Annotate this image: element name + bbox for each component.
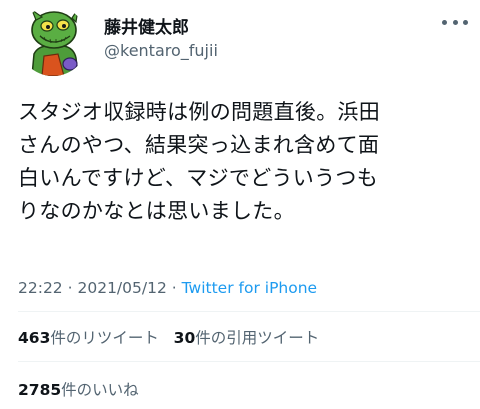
author-handle[interactable]: @kentaro_fujii: [104, 41, 218, 60]
tweet-header: 藤井健太郎 @kentaro_fujii: [0, 0, 480, 80]
avatar[interactable]: [18, 6, 88, 76]
likes-label: 件のいいね: [61, 381, 139, 399]
quotes-link[interactable]: 30件の引用ツイート: [174, 329, 320, 347]
more-options-dot: [452, 19, 458, 25]
retweets-link[interactable]: 463件のリツイート: [18, 329, 159, 347]
more-options-dot: [463, 19, 468, 25]
green-monster-avatar-icon: [18, 6, 88, 76]
tweet-meta: 22:22 · 2021/05/12 · Twitter for iPhone: [18, 279, 317, 297]
author-display-name[interactable]: 藤井健太郎: [104, 13, 189, 38]
tweet-date[interactable]: 2021/05/12: [77, 279, 166, 297]
more-options-icon[interactable]: [442, 16, 468, 28]
tweet-source-link[interactable]: Twitter for iPhone: [182, 279, 317, 297]
meta-separator: ·: [171, 279, 177, 297]
retweets-count: 463: [18, 329, 51, 347]
quotes-label: 件の引用ツイート: [195, 329, 320, 347]
likes-count: 2785: [18, 381, 62, 399]
meta-separator: ·: [67, 279, 73, 297]
retweets-label: 件のリツイート: [50, 329, 159, 347]
likes-link[interactable]: 2785件のいいね: [18, 378, 139, 400]
divider: [18, 311, 480, 312]
quotes-count: 30: [173, 329, 196, 347]
divider: [18, 361, 480, 362]
tweet-time[interactable]: 22:22: [18, 279, 63, 297]
retweet-quote-stats: 463件のリツイート 30件の引用ツイート: [18, 326, 319, 348]
tweet-text: スタジオ収録時は例の問題直後。浜田 さんのやつ、結果突っ込まれ含めて面 白いんで…: [18, 100, 381, 223]
more-options-dot: [442, 19, 447, 25]
